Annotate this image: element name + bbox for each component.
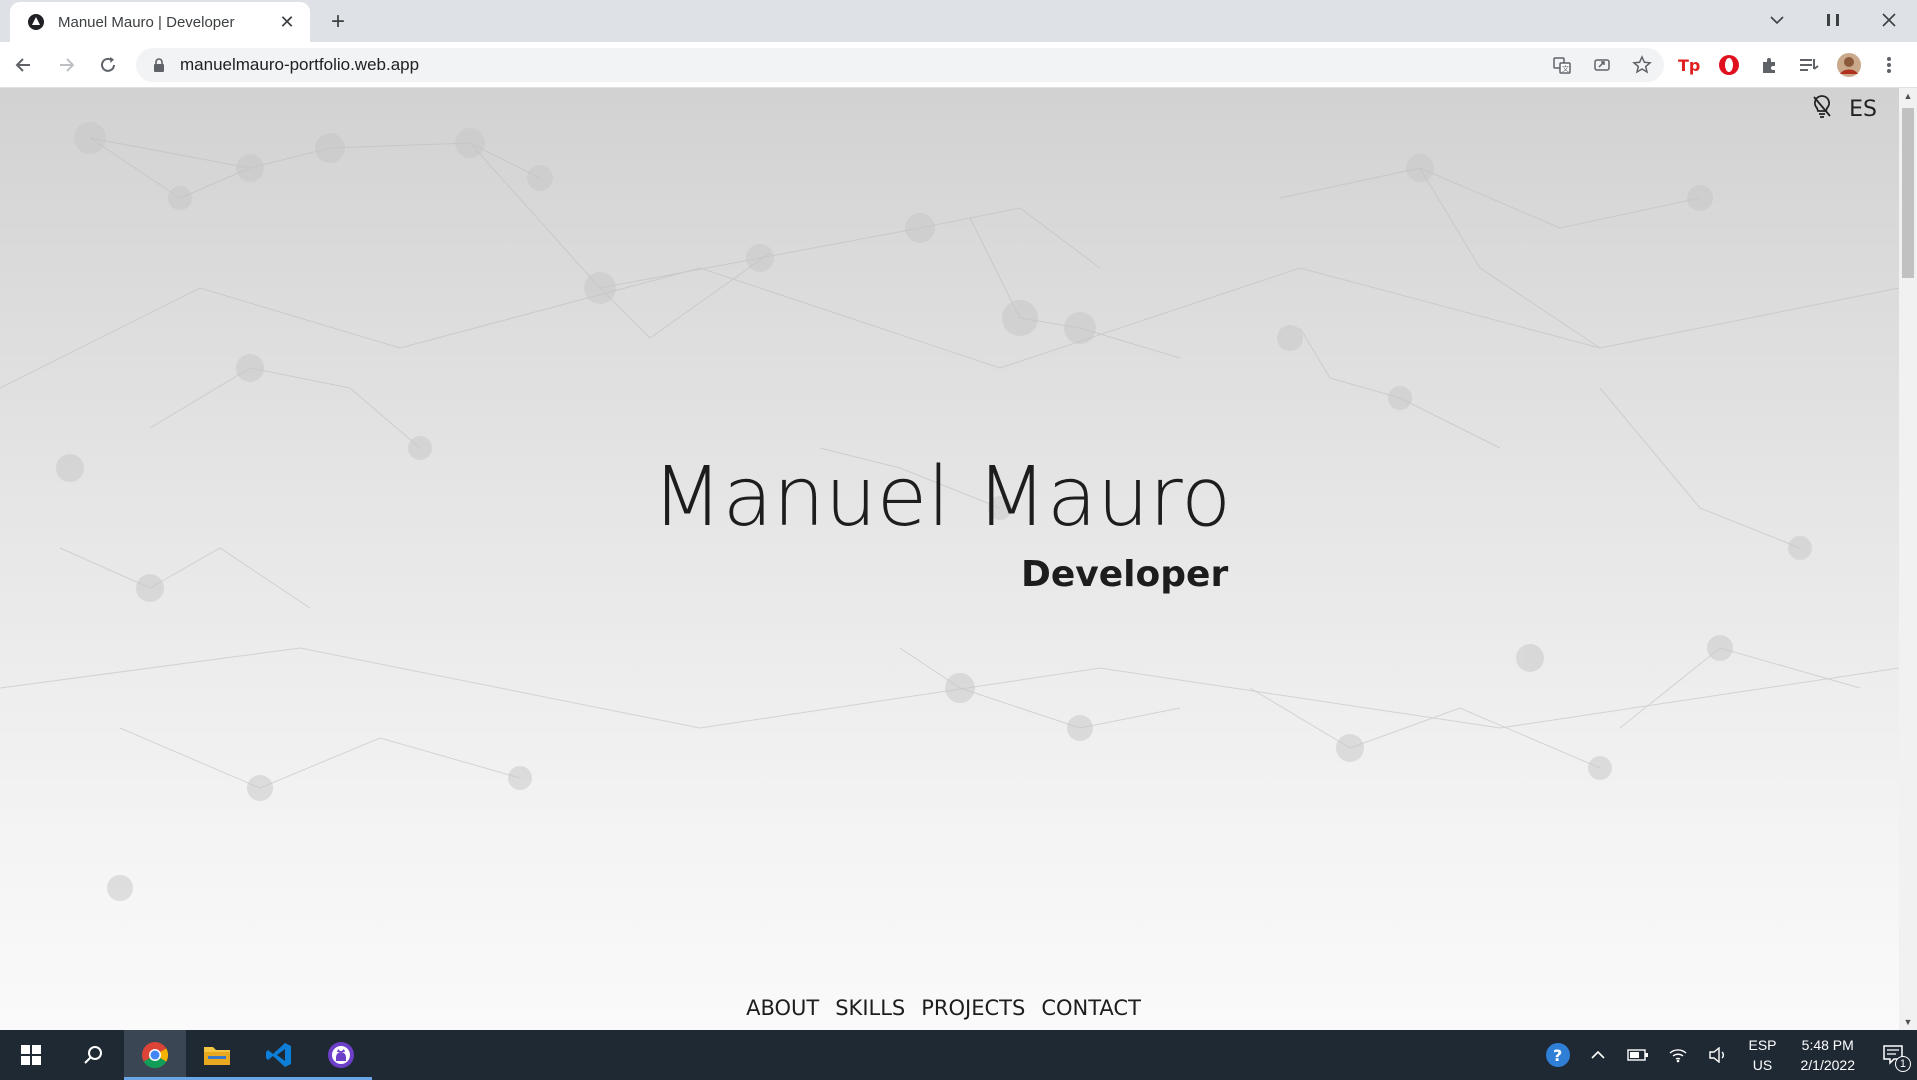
language-toggle-button[interactable]: ES — [1849, 97, 1877, 122]
theme-toggle-bulb-icon[interactable] — [1811, 94, 1833, 125]
tab-search-icon[interactable] — [1749, 0, 1805, 40]
vscode-icon — [266, 1043, 291, 1067]
battery-icon[interactable] — [1618, 1030, 1658, 1080]
windows-logo-icon — [21, 1045, 41, 1065]
taskbar-search-button[interactable] — [62, 1030, 124, 1080]
profile-avatar[interactable] — [1836, 52, 1862, 78]
taskbar-vscode-button[interactable] — [248, 1030, 310, 1080]
close-window-button[interactable] — [1861, 0, 1917, 40]
back-button[interactable] — [6, 47, 42, 83]
hero-role: Developer — [1021, 554, 1229, 595]
start-button[interactable] — [0, 1030, 62, 1080]
keyboard-layout: US — [1752, 1057, 1773, 1073]
close-tab-icon[interactable]: ✕ — [276, 11, 298, 33]
clock-date: 2/1/2022 — [1800, 1057, 1856, 1073]
help-icon[interactable]: ? — [1538, 1030, 1578, 1080]
wifi-icon[interactable] — [1658, 1030, 1698, 1080]
page-nav: ABOUT SKILLS PROJECTS CONTACT — [0, 996, 1893, 1020]
hero-name: Manuel Mauro — [651, 450, 1232, 545]
tab-title: Manuel Mauro | Developer — [58, 13, 235, 31]
volume-icon[interactable] — [1698, 1030, 1738, 1080]
restore-window-button[interactable] — [1805, 0, 1861, 40]
reading-list-icon[interactable] — [1796, 52, 1822, 78]
clock-time: 5:48 PM — [1801, 1037, 1854, 1053]
action-center-button[interactable]: 1 — [1869, 1030, 1917, 1080]
extension-opera-icon[interactable] — [1716, 52, 1742, 78]
input-language-indicator[interactable]: ESP US — [1738, 1035, 1786, 1075]
share-icon[interactable] — [1590, 53, 1614, 77]
forward-button[interactable] — [48, 47, 84, 83]
folder-icon — [204, 1047, 230, 1065]
page-viewport: ES Manuel Mauro Developer ABOUT SKILLS P… — [0, 88, 1899, 1030]
scroll-up-arrow-icon[interactable]: ▲ — [1899, 88, 1917, 104]
clock[interactable]: 5:48 PM 2/1/2022 — [1787, 1035, 1870, 1075]
browser-toolbar: manuelmauro-portfolio.web.app 文 Tp — [0, 42, 1917, 88]
taskbar-explorer-button[interactable] — [186, 1030, 248, 1080]
site-favicon-icon — [26, 12, 46, 32]
omnibox-actions: 文 — [1550, 48, 1654, 82]
nav-link-projects[interactable]: PROJECTS — [921, 996, 1025, 1020]
scroll-down-arrow-icon[interactable]: ▼ — [1899, 1014, 1917, 1030]
nav-link-skills[interactable]: SKILLS — [835, 996, 905, 1020]
browser-menu-icon[interactable] — [1876, 52, 1902, 78]
language-code: ESP — [1748, 1037, 1777, 1053]
page-tools: ES — [1811, 94, 1877, 125]
chrome-icon — [142, 1042, 169, 1069]
show-hidden-icons-chevron-icon[interactable] — [1578, 1030, 1618, 1080]
reload-button[interactable] — [90, 47, 126, 83]
translate-icon[interactable]: 文 — [1550, 53, 1574, 77]
github-desktop-icon — [328, 1042, 354, 1068]
svg-text:文: 文 — [1562, 64, 1569, 73]
new-tab-button[interactable]: + — [324, 8, 352, 36]
svg-text:?: ? — [1553, 1046, 1562, 1065]
search-icon — [84, 1046, 102, 1064]
windows-taskbar: ? ESP US 5:48 PM 2/1/2022 1 — [0, 1030, 1917, 1080]
address-bar[interactable]: manuelmauro-portfolio.web.app 文 — [136, 48, 1664, 82]
browser-tab[interactable]: Manuel Mauro | Developer ✕ — [10, 2, 310, 42]
notification-count-badge: 1 — [1894, 1056, 1911, 1072]
scrollbar-thumb[interactable] — [1902, 108, 1914, 278]
background-network-pattern — [0, 122, 1899, 901]
extensions-area: Tp — [1676, 48, 1902, 82]
svg-text:Tp: Tp — [1678, 56, 1700, 75]
nav-link-about[interactable]: ABOUT — [746, 996, 819, 1020]
window-controls — [1749, 0, 1917, 40]
page-scrollbar[interactable]: ▲ ▼ — [1899, 88, 1917, 1030]
taskbar-chrome-button[interactable] — [124, 1030, 186, 1080]
bookmark-star-icon[interactable] — [1630, 53, 1654, 77]
nav-link-contact[interactable]: CONTACT — [1041, 996, 1141, 1020]
browser-tabstrip: Manuel Mauro | Developer ✕ + — [0, 0, 1917, 42]
lock-icon[interactable] — [150, 56, 168, 74]
system-tray: ? ESP US 5:48 PM 2/1/2022 1 — [1538, 1030, 1917, 1080]
taskbar-github-button[interactable] — [310, 1030, 372, 1080]
extension-tp-icon[interactable]: Tp — [1676, 52, 1702, 78]
extensions-puzzle-icon[interactable] — [1756, 52, 1782, 78]
url-text: manuelmauro-portfolio.web.app — [180, 55, 420, 74]
